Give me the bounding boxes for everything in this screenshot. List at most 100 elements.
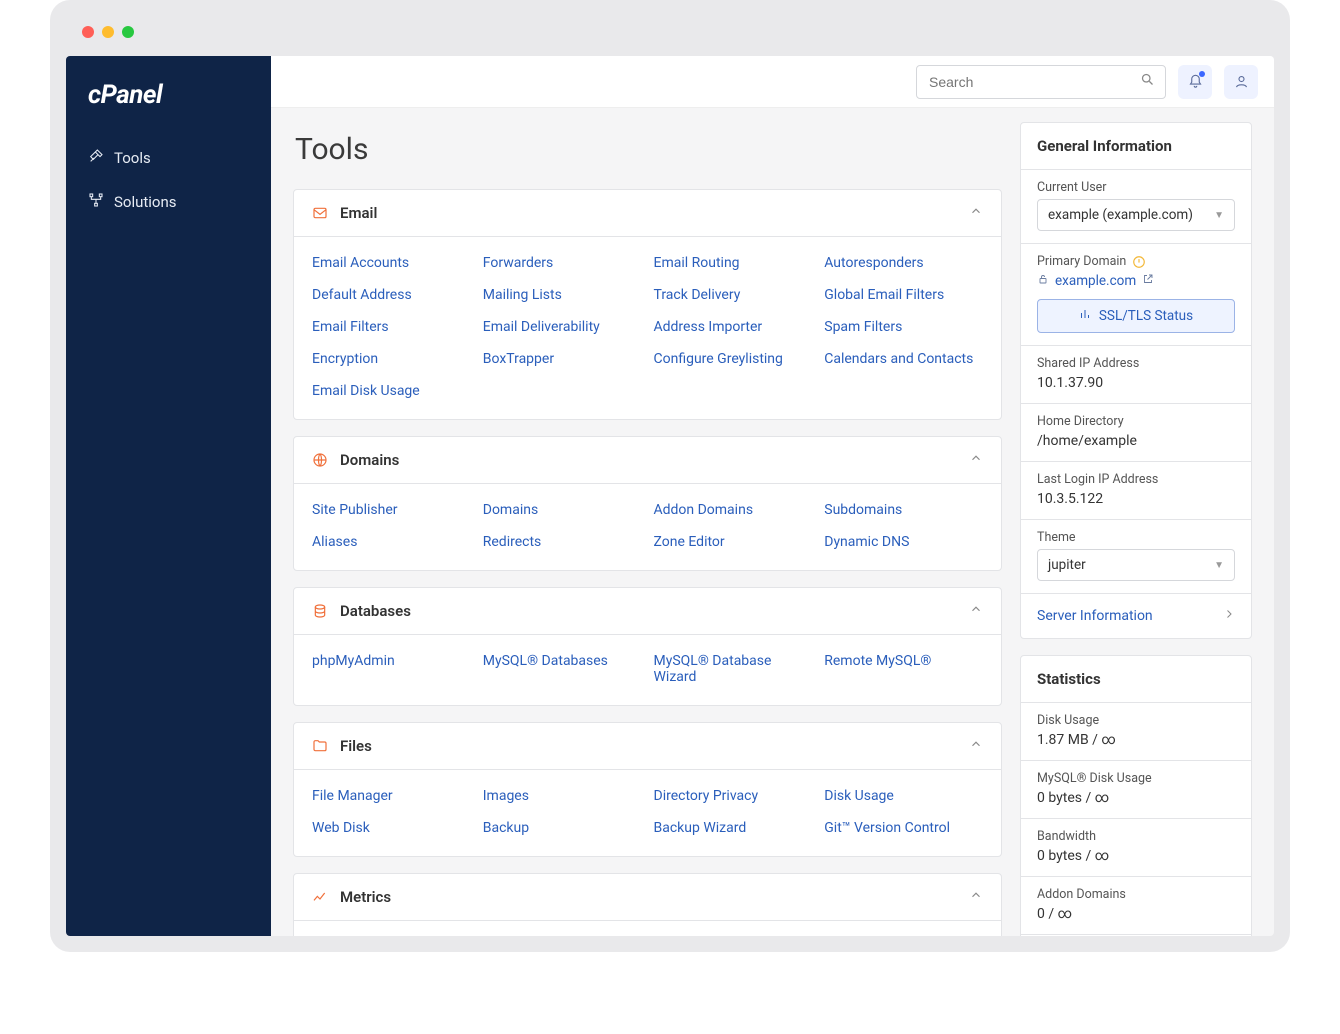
primary-domain-link[interactable]: example.com	[1037, 273, 1235, 289]
tool-link[interactable]: Backup Wizard	[654, 820, 813, 836]
panel-title: Statistics	[1021, 656, 1251, 703]
tool-link[interactable]: Encryption	[312, 351, 471, 367]
sidebar: cPanel Tools Solutions	[66, 56, 271, 936]
left-column: Tools EmailEmail AccountsForwardersEmail…	[293, 122, 1002, 936]
info-value: 10.1.37.90	[1037, 375, 1235, 391]
stat-value: 0 bytes / ∞	[1037, 790, 1235, 806]
tool-link[interactable]: MySQL® Database Wizard	[654, 653, 813, 685]
info-label: Home Directory	[1037, 414, 1235, 429]
link-grid: Site Publisher Domains Addon Domains Subdom…	[312, 496, 983, 560]
tool-link[interactable]: Default Address	[312, 287, 471, 303]
tool-link[interactable]: BoxTrapper	[483, 351, 642, 367]
tool-link[interactable]: Global Email Filters	[824, 287, 983, 303]
tool-link[interactable]: Backup	[483, 820, 642, 836]
sidebar-item-solutions[interactable]: Solutions	[66, 180, 271, 224]
notification-dot-icon	[1199, 71, 1205, 77]
wrench-icon	[88, 148, 104, 168]
tool-link[interactable]: Domains	[483, 502, 642, 518]
info-label: Theme	[1037, 530, 1235, 545]
tool-link[interactable]: Git™ Version Control	[824, 820, 983, 836]
page-title: Tools	[295, 132, 1000, 167]
tool-link[interactable]: Configure Greylisting	[654, 351, 813, 367]
files-icon	[312, 738, 328, 754]
window-minimize-icon[interactable]	[102, 26, 114, 38]
last-login-section: Last Login IP Address 10.3.5.122	[1021, 462, 1251, 520]
tool-link[interactable]: Email Disk Usage	[312, 383, 471, 399]
sidebar-item-label: Solutions	[114, 193, 177, 211]
current-user-select[interactable]: example (example.com) ▼	[1037, 199, 1235, 231]
stat-value: 0 / ∞	[1037, 906, 1235, 922]
tool-link[interactable]: Site Publisher	[312, 502, 471, 518]
section-header[interactable]: Databases	[294, 588, 1001, 635]
nodes-icon	[88, 192, 104, 212]
content: Tools EmailEmail AccountsForwardersEmail…	[271, 108, 1274, 936]
tool-link[interactable]: Subdomains	[824, 502, 983, 518]
section-card-domains: Domains Site Publisher Domains Addon Domain…	[293, 436, 1002, 571]
tool-link[interactable]: Email Filters	[312, 319, 471, 335]
shared-ip-section: Shared IP Address 10.1.37.90	[1021, 346, 1251, 404]
window-maximize-icon[interactable]	[122, 26, 134, 38]
stat-row: MySQL® Disk Usage0 bytes / ∞	[1021, 761, 1251, 819]
tool-link[interactable]: Email Deliverability	[483, 319, 642, 335]
chevron-up-icon	[969, 737, 983, 755]
tool-link[interactable]: Redirects	[483, 534, 642, 550]
main-area: Tools EmailEmail AccountsForwardersEmail…	[271, 56, 1274, 936]
stat-label: Disk Usage	[1037, 713, 1235, 728]
ssl-tls-status-button[interactable]: SSL/TLS Status	[1037, 299, 1235, 333]
chevron-up-icon	[969, 451, 983, 469]
tool-link[interactable]: Directory Privacy	[654, 788, 813, 804]
tool-link[interactable]: Addon Domains	[654, 502, 813, 518]
tool-link[interactable]: Email Accounts	[312, 255, 471, 271]
current-user-section: Current User example (example.com) ▼	[1021, 170, 1251, 244]
tool-link[interactable]: Disk Usage	[824, 788, 983, 804]
section-card-databases: Databases phpMyAdmin MySQL® Databases MySQL…	[293, 587, 1002, 706]
tool-link[interactable]: Remote MySQL®	[824, 653, 983, 685]
tool-link[interactable]: Zone Editor	[654, 534, 813, 550]
domains-icon	[312, 452, 328, 468]
tool-link[interactable]: File Manager	[312, 788, 471, 804]
user-menu-button[interactable]	[1224, 65, 1258, 99]
browser-chrome: cPanel Tools Solutions	[50, 0, 1290, 952]
general-information-panel: General Information Current User example…	[1020, 122, 1252, 639]
chart-bar-icon	[1079, 308, 1091, 324]
tool-link[interactable]: Images	[483, 788, 642, 804]
select-value: example (example.com)	[1048, 207, 1193, 223]
tool-link[interactable]: Spam Filters	[824, 319, 983, 335]
chevron-up-icon	[969, 888, 983, 906]
tool-link[interactable]: Mailing Lists	[483, 287, 642, 303]
section-header[interactable]: Files	[294, 723, 1001, 770]
section-header[interactable]: Domains	[294, 437, 1001, 484]
tool-link[interactable]: Address Importer	[654, 319, 813, 335]
tool-link[interactable]: MySQL® Databases	[483, 653, 642, 685]
tool-link[interactable]: Dynamic DNS	[824, 534, 983, 550]
tool-link[interactable]: Autoresponders	[824, 255, 983, 271]
section-card-files: Files File Manager Images Directory Privacy…	[293, 722, 1002, 857]
server-information-link[interactable]: Server Information	[1021, 594, 1251, 638]
window-close-icon[interactable]	[82, 26, 94, 38]
search-input-container[interactable]	[916, 65, 1166, 99]
section-header[interactable]: Metrics	[294, 874, 1001, 921]
home-directory-section: Home Directory /home/example	[1021, 404, 1251, 462]
tool-link[interactable]: Aliases	[312, 534, 471, 550]
tool-link[interactable]: phpMyAdmin	[312, 653, 471, 685]
section-body: Email Accounts Forwarders Email Routing Aut…	[294, 237, 1001, 419]
tool-link[interactable]: Web Disk	[312, 820, 471, 836]
section-header[interactable]: Email	[294, 190, 1001, 237]
info-label: Last Login IP Address	[1037, 472, 1235, 487]
tool-link[interactable]: Forwarders	[483, 255, 642, 271]
section-body: Site Publisher Domains Addon Domains Subdom…	[294, 484, 1001, 570]
app-shell: cPanel Tools Solutions	[66, 56, 1274, 936]
window-controls	[66, 16, 1274, 56]
notifications-button[interactable]	[1178, 65, 1212, 99]
search-input[interactable]	[927, 73, 1140, 91]
section-card-metrics: MetricsVisitorsErrorsBandwidthRaw Access	[293, 873, 1002, 936]
button-label: SSL/TLS Status	[1099, 308, 1193, 324]
panel-title: General Information	[1021, 123, 1251, 170]
tool-link[interactable]: Calendars and Contacts	[824, 351, 983, 367]
tool-link[interactable]: Track Delivery	[654, 287, 813, 303]
sidebar-item-tools[interactable]: Tools	[66, 136, 271, 180]
link-text: Server Information	[1037, 608, 1153, 624]
theme-select[interactable]: jupiter ▼	[1037, 549, 1235, 581]
tool-link[interactable]: Email Routing	[654, 255, 813, 271]
caret-down-icon: ▼	[1214, 560, 1224, 571]
